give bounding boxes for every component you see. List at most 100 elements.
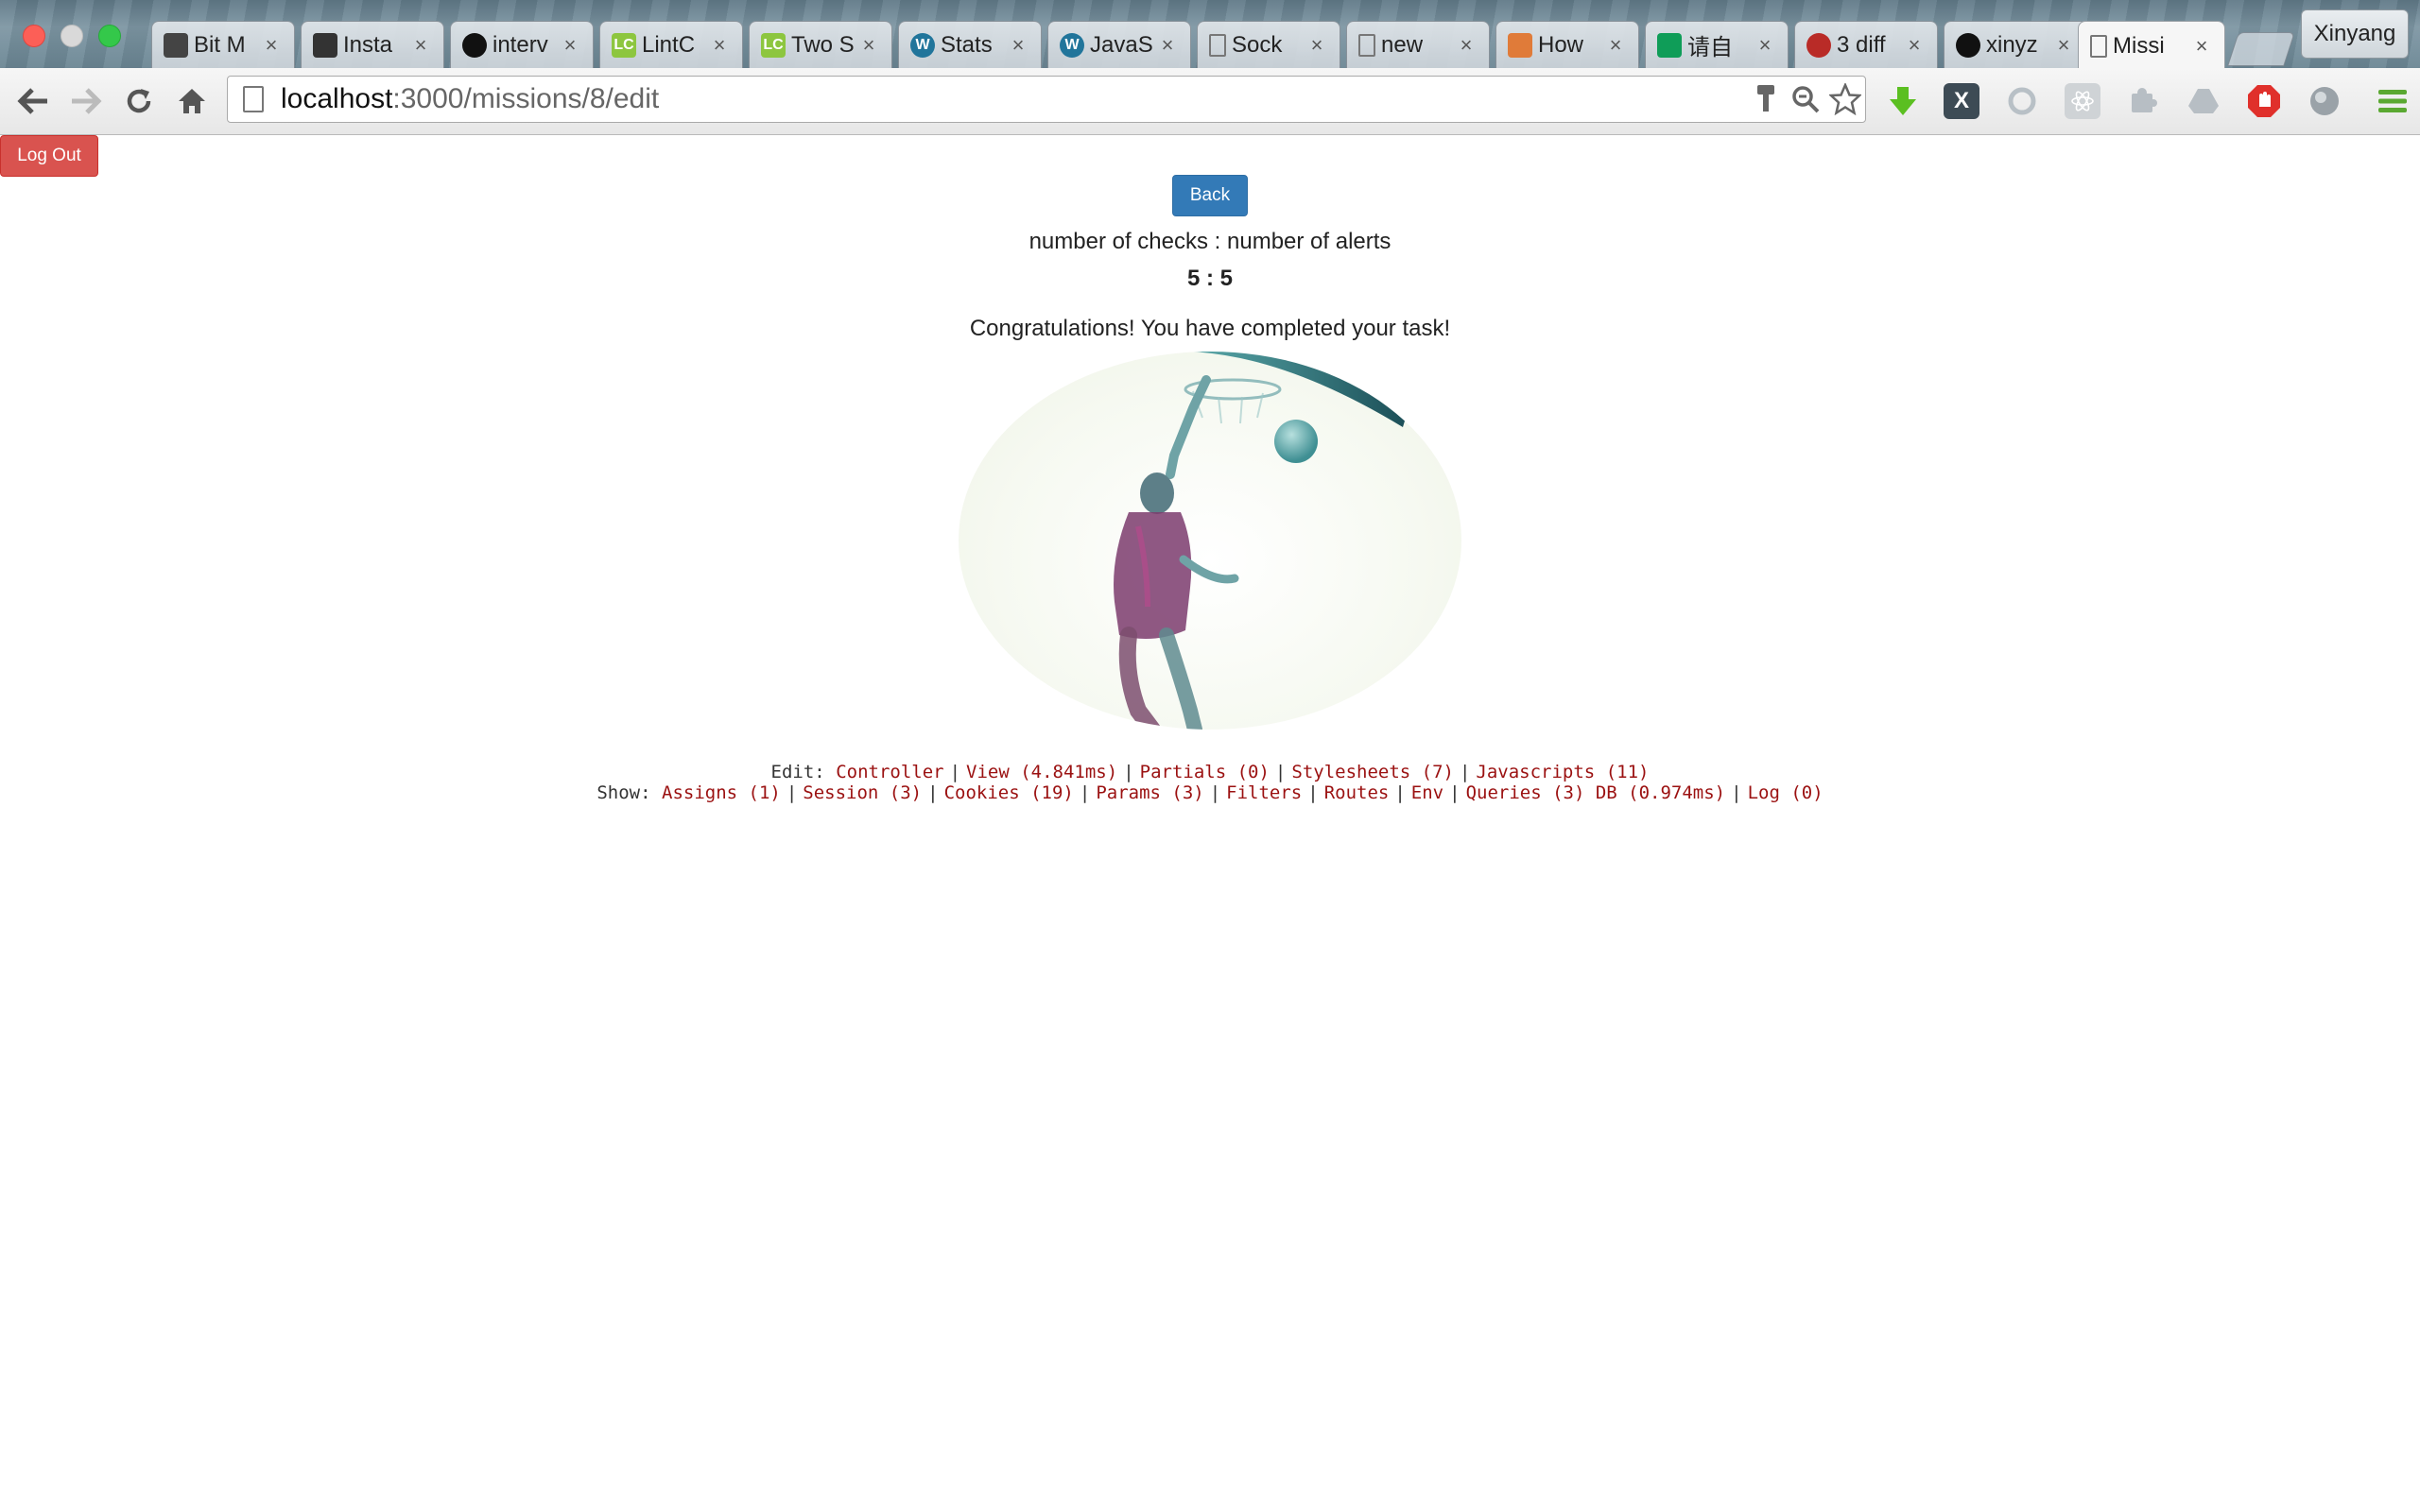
debug-link[interactable]: Cookies (19) bbox=[944, 782, 1074, 803]
lintcode-icon: LC bbox=[761, 32, 786, 58]
debug-link[interactable]: Params (3) bbox=[1096, 782, 1203, 803]
logout-button[interactable]: Log Out bbox=[0, 135, 98, 177]
url-path: :3000/missions/8/edit bbox=[392, 83, 660, 114]
tab-close-icon[interactable]: × bbox=[859, 33, 878, 58]
debug-link[interactable]: Partials (0) bbox=[1140, 762, 1270, 782]
minimize-window-button[interactable] bbox=[60, 25, 83, 47]
forward-arrow-icon[interactable] bbox=[66, 81, 106, 121]
tab-close-icon[interactable]: × bbox=[262, 33, 281, 58]
tab-close-icon[interactable]: × bbox=[1009, 33, 1028, 58]
browser-tab[interactable]: LC LintC × bbox=[599, 21, 743, 68]
browser-tab[interactable]: How × bbox=[1495, 21, 1639, 68]
tab-close-icon[interactable]: × bbox=[411, 33, 430, 58]
browser-tab[interactable]: W Stats × bbox=[898, 21, 1042, 68]
reload-icon[interactable] bbox=[119, 81, 159, 121]
github-icon bbox=[462, 32, 487, 58]
tab-close-icon[interactable]: × bbox=[1158, 33, 1177, 58]
tab-title: LintC bbox=[642, 31, 696, 58]
sheets-icon bbox=[1657, 32, 1682, 58]
rails-debug-footer: Edit: Controller | View (4.841ms) | Partials… bbox=[0, 762, 2420, 803]
debug-link[interactable]: Stylesheets (7) bbox=[1291, 762, 1454, 782]
globe-extension-icon[interactable] bbox=[2307, 83, 2342, 119]
browser-tab[interactable]: new × bbox=[1346, 21, 1490, 68]
congratulations-message: Congratulations! You have completed your… bbox=[969, 316, 1451, 341]
wordpress-icon: W bbox=[1060, 32, 1084, 58]
separator: | bbox=[1449, 782, 1461, 803]
browser-tab[interactable]: 3 diff × bbox=[1794, 21, 1938, 68]
pencil-icon bbox=[1508, 32, 1532, 58]
checks-alerts-value: 5 : 5 bbox=[1186, 266, 1234, 291]
tab-close-icon[interactable]: × bbox=[1457, 33, 1476, 58]
browser-tab[interactable]: Bit M × bbox=[151, 21, 295, 68]
debug-prefix: Edit: bbox=[770, 762, 825, 782]
new-tab-button[interactable] bbox=[2227, 32, 2295, 66]
puzzle-extension-icon[interactable] bbox=[2125, 83, 2161, 119]
tab-close-icon[interactable]: × bbox=[2192, 34, 2211, 59]
zoom-window-button[interactable] bbox=[98, 25, 121, 47]
debug-link[interactable]: Assigns (1) bbox=[662, 782, 781, 803]
browser-tab[interactable]: 请自 × bbox=[1645, 21, 1789, 68]
drive-extension-icon[interactable] bbox=[2186, 83, 2221, 119]
browser-tab[interactable]: xinyz × bbox=[1944, 21, 2087, 68]
tab-title: new bbox=[1381, 31, 1424, 58]
separator: | bbox=[949, 762, 961, 782]
tab-close-icon[interactable]: × bbox=[1905, 33, 1924, 58]
browser-tab[interactable]: Insta × bbox=[301, 21, 444, 68]
browser-chrome: Bit M × Insta × interv × LC LintC × LC Two S × W Stat… bbox=[0, 0, 2420, 135]
browser-tab[interactable]: Missi × bbox=[2078, 21, 2225, 70]
debug-link[interactable]: Routes bbox=[1324, 782, 1390, 803]
book-icon bbox=[164, 32, 188, 58]
separator: | bbox=[1459, 762, 1471, 782]
zoom-icon[interactable] bbox=[1786, 79, 1825, 119]
completion-image bbox=[959, 352, 1461, 730]
tab-close-icon[interactable]: × bbox=[2054, 33, 2073, 58]
tab-title: interv bbox=[493, 31, 548, 58]
tab-title: Stats bbox=[941, 31, 993, 58]
separator: | bbox=[1079, 782, 1091, 803]
tab-title: JavaS bbox=[1090, 31, 1152, 58]
download-arrow-icon[interactable] bbox=[1885, 83, 1921, 119]
tab-close-icon[interactable]: × bbox=[561, 33, 579, 58]
page-icon bbox=[243, 86, 264, 112]
adblock-icon[interactable] bbox=[2246, 83, 2282, 119]
browser-tab[interactable]: W JavaS × bbox=[1047, 21, 1191, 68]
debug-link[interactable]: Javascripts (11) bbox=[1476, 762, 1649, 782]
home-icon[interactable] bbox=[172, 81, 212, 121]
url-host: localhost bbox=[281, 83, 393, 114]
separator: | bbox=[1274, 762, 1287, 782]
profile-button[interactable]: Xinyang bbox=[2301, 9, 2409, 59]
back-arrow-icon[interactable] bbox=[13, 81, 53, 121]
react-extension-icon[interactable] bbox=[2065, 83, 2100, 119]
debug-link[interactable]: View (4.841ms) bbox=[966, 762, 1117, 782]
tab-close-icon[interactable]: × bbox=[710, 33, 729, 58]
url-text[interactable]: localhost:3000/missions/8/edit bbox=[281, 83, 1746, 115]
debug-link[interactable]: Controller bbox=[836, 762, 943, 782]
browser-tab[interactable]: interv × bbox=[450, 21, 594, 68]
debug-link[interactable]: Env bbox=[1411, 782, 1443, 803]
browser-tab[interactable]: Sock × bbox=[1197, 21, 1340, 68]
address-bar[interactable]: localhost:3000/missions/8/edit bbox=[227, 76, 1866, 123]
tab-title: How bbox=[1538, 31, 1584, 58]
tab-close-icon[interactable]: × bbox=[1755, 33, 1774, 58]
x-extension-icon[interactable]: X bbox=[1944, 83, 1979, 119]
sync-extension-icon[interactable] bbox=[2004, 83, 2040, 119]
debug-link[interactable]: Queries (3) DB (0.974ms) bbox=[1466, 782, 1726, 803]
tab-title: xinyz bbox=[1986, 31, 2038, 58]
tab-close-icon[interactable]: × bbox=[1307, 33, 1326, 58]
debug-link[interactable]: Filters bbox=[1226, 782, 1302, 803]
checks-alerts-label: number of checks : number of alerts bbox=[1028, 229, 1392, 254]
page-icon bbox=[1358, 33, 1375, 57]
key-icon[interactable] bbox=[1746, 79, 1786, 119]
star-bookmark-icon[interactable] bbox=[1825, 79, 1865, 119]
tab-title: 3 diff bbox=[1837, 31, 1886, 58]
back-button[interactable]: Back bbox=[1172, 175, 1248, 216]
separator: | bbox=[1209, 782, 1221, 803]
browser-tab[interactable]: LC Two S × bbox=[749, 21, 892, 68]
tab-close-icon[interactable]: × bbox=[1606, 33, 1625, 58]
debug-link[interactable]: Log (0) bbox=[1748, 782, 1824, 803]
columns-icon bbox=[313, 32, 337, 58]
browser-toolbar: localhost:3000/missions/8/edit X bbox=[0, 68, 2420, 135]
menu-hamburger-icon[interactable] bbox=[2375, 83, 2411, 119]
close-window-button[interactable] bbox=[23, 25, 45, 47]
debug-link[interactable]: Session (3) bbox=[803, 782, 922, 803]
